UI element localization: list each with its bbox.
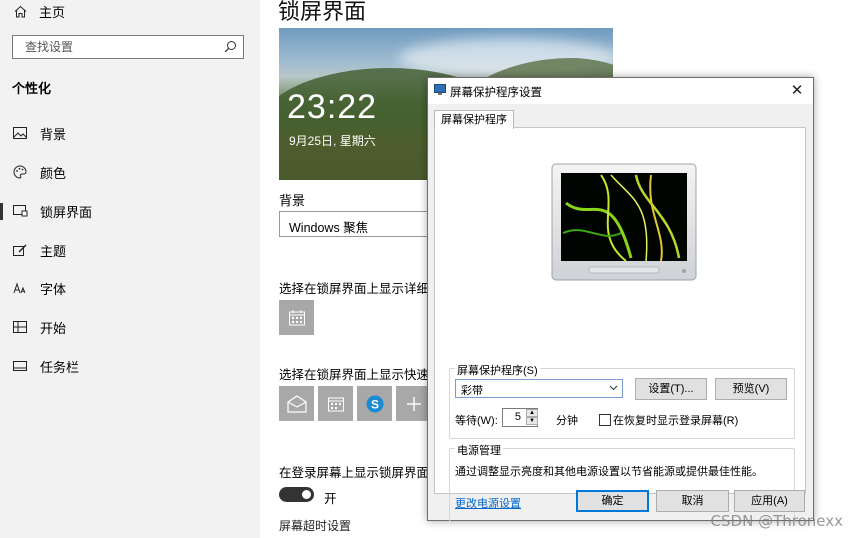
home-nav[interactable]: 主页 (14, 2, 65, 21)
theme-brush-icon (12, 242, 28, 258)
calendar-icon (288, 309, 305, 325)
sidebar-item-lock-screen[interactable]: 锁屏界面 (0, 196, 260, 226)
sidebar-item-label: 字体 (40, 281, 67, 297)
mail-icon (286, 394, 307, 413)
calendar-icon (327, 397, 344, 411)
background-dropdown[interactable]: Windows 聚焦 (279, 211, 439, 237)
sidebar-item-label: 锁屏界面 (40, 204, 93, 220)
sidebar-item-themes[interactable]: 主题 (0, 235, 260, 265)
toggle-state-label: 开 (324, 492, 337, 506)
settings-search[interactable] (12, 35, 244, 59)
settings-button[interactable]: 设置(T)... (635, 378, 707, 400)
settings-sidebar: 主页 个性化 背景 颜色 锁屏界面 主题 字体 开始 任务栏 (0, 0, 260, 538)
screensaver-settings-dialog: 屏幕保护程序设置 ✕ 屏幕保护程序 屏幕保护程序(S) 彩带 设置(T)... (427, 77, 814, 522)
login-background-label: 在登录屏幕上显示锁屏界面背 (279, 466, 442, 480)
picture-icon (12, 125, 28, 141)
quick-status-mail-button[interactable] (279, 386, 314, 421)
active-indicator (0, 203, 3, 220)
preview-time: 23:22 (287, 88, 378, 126)
section-title: 个性化 (12, 81, 52, 96)
resume-logon-label[interactable]: 在恢复时显示登录屏幕(R) (613, 412, 738, 428)
sidebar-item-label: 主题 (40, 243, 67, 259)
spin-down-icon[interactable]: ▼ (526, 417, 538, 425)
sidebar-item-start[interactable]: 开始 (0, 312, 260, 342)
wait-label: 等待(W): (455, 415, 498, 427)
apply-button[interactable]: 应用(A) (734, 490, 805, 512)
background-label: 背景 (279, 193, 306, 208)
search-input[interactable] (23, 36, 217, 58)
monitor-app-icon (434, 84, 446, 95)
home-icon (14, 5, 27, 18)
screensaver-dropdown[interactable]: 彩带 (455, 379, 623, 398)
quick-status-calendar-button[interactable] (318, 386, 353, 421)
screensaver-preview-monitor (551, 163, 697, 281)
dialog-title: 屏幕保护程序设置 (450, 87, 542, 99)
sidebar-item-fonts[interactable]: 字体 (0, 273, 260, 303)
svg-text:S: S (370, 397, 378, 411)
change-power-settings-link[interactable]: 更改电源设置 (455, 495, 521, 511)
watermark-text: CSDN @Thronexx (710, 512, 843, 530)
screen-timeout-link[interactable]: 屏幕超时设置 (279, 517, 351, 534)
quick-status-add-button[interactable] (396, 386, 431, 421)
power-group-label: 电源管理 (455, 442, 503, 458)
tab-panel: 屏幕保护程序(S) 彩带 设置(T)... 预览(V) 等待(W): 5 ▲ ▼… (434, 127, 806, 522)
palette-icon (12, 164, 28, 180)
detail-status-app-button[interactable] (279, 300, 314, 335)
sidebar-item-colors[interactable]: 颜色 (0, 157, 260, 187)
chevron-down-icon (609, 385, 618, 391)
search-icon[interactable] (224, 40, 237, 53)
login-background-toggle[interactable] (279, 487, 314, 502)
font-icon (12, 280, 28, 296)
preview-date: 9月25日, 星期六 (289, 134, 376, 148)
lock-screen-icon (12, 203, 28, 219)
dialog-titlebar[interactable]: 屏幕保护程序设置 ✕ (428, 78, 813, 104)
screensaver-group-label: 屏幕保护程序(S) (455, 362, 540, 378)
plus-icon (406, 396, 421, 411)
spin-up-icon[interactable]: ▲ (526, 409, 538, 417)
preview-button[interactable]: 预览(V) (715, 378, 787, 400)
sidebar-item-background[interactable]: 背景 (0, 118, 260, 148)
page-title: 锁屏界面 (278, 0, 367, 24)
skype-icon: S (366, 395, 383, 412)
screensaver-selected: 彩带 (461, 385, 483, 397)
quick-status-skype-button[interactable]: S (357, 386, 392, 421)
minutes-label: 分钟 (556, 415, 578, 427)
sidebar-item-label: 任务栏 (40, 359, 80, 375)
resume-logon-checkbox[interactable] (599, 414, 611, 426)
sidebar-item-label: 颜色 (40, 165, 67, 181)
wait-spinner[interactable]: ▲ ▼ (526, 409, 538, 426)
taskbar-icon (12, 358, 28, 374)
start-grid-icon (12, 319, 28, 335)
cancel-button[interactable]: 取消 (656, 490, 729, 512)
sidebar-item-label: 背景 (40, 126, 67, 142)
home-label: 主页 (39, 5, 66, 20)
detail-status-label: 选择在锁屏界面上显示详细状 (279, 282, 442, 296)
quick-status-label: 选择在锁屏界面上显示快速状 (279, 368, 442, 382)
sidebar-item-label: 开始 (40, 320, 67, 336)
ok-button[interactable]: 确定 (576, 490, 649, 512)
tab-screensaver[interactable]: 屏幕保护程序 (434, 110, 514, 129)
sidebar-item-taskbar[interactable]: 任务栏 (0, 351, 260, 381)
close-icon[interactable]: ✕ (787, 81, 807, 101)
power-description: 通过调整显示亮度和其他电源设置以节省能源或提供最佳性能。 (455, 466, 763, 478)
